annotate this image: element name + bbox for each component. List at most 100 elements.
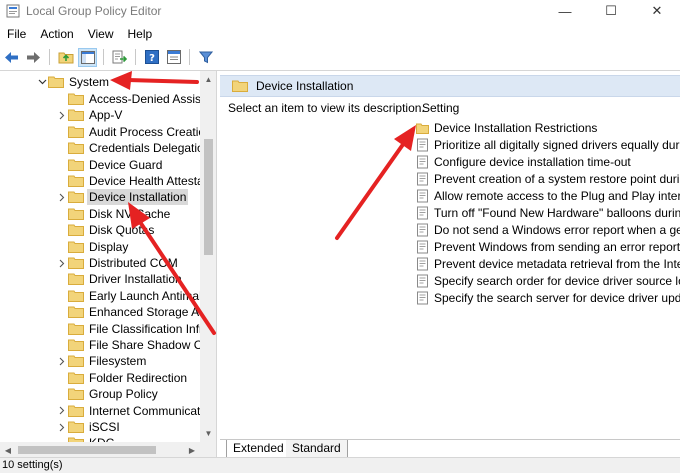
folder-icon: [68, 257, 84, 269]
collapse-chevron-icon[interactable]: [36, 74, 48, 90]
properties-button[interactable]: [164, 48, 183, 67]
policy-setting-item[interactable]: Configure device installation time-out: [416, 153, 680, 170]
help-icon: ?: [144, 50, 159, 64]
up-one-level-button[interactable]: [56, 48, 75, 67]
tree-item[interactable]: Device Health Attestati: [56, 173, 212, 189]
tree-item-label: Display: [89, 239, 129, 254]
policy-setting-item[interactable]: Allow remote access to the Plug and Play…: [416, 187, 680, 204]
tree-item[interactable]: Disk NV Cache: [56, 206, 172, 222]
tree-item-label: Disk NV Cache: [89, 206, 171, 221]
setting-column-header[interactable]: Setting: [422, 101, 459, 115]
tree-item-label: Audit Process Creation: [89, 124, 212, 139]
tree-item-system[interactable]: System: [36, 74, 111, 90]
minimize-button[interactable]: —: [542, 0, 588, 22]
policy-setting-icon: [417, 257, 428, 270]
folder-icon: [68, 323, 84, 335]
tree-item[interactable]: Filesystem: [56, 353, 148, 369]
tree-item[interactable]: Audit Process Creation: [56, 124, 214, 140]
policy-setting-item[interactable]: Prioritize all digitally signed drivers …: [416, 136, 680, 153]
description-text: Select an item to view its description.: [228, 101, 425, 115]
scrollbar-thumb[interactable]: [18, 446, 156, 454]
policy-setting-item[interactable]: Prevent device metadata retrieval from t…: [416, 255, 680, 272]
back-button[interactable]: [2, 48, 21, 67]
menu-action[interactable]: Action: [33, 24, 80, 44]
settings-folder-item[interactable]: Device Installation Restrictions: [416, 119, 680, 136]
scroll-up-arrow-icon[interactable]: ▲: [200, 71, 216, 88]
tree-item[interactable]: Device Installation: [56, 189, 189, 206]
tree-item[interactable]: Access-Denied Assistan: [56, 91, 216, 107]
policy-setting-item[interactable]: Specify search order for device driver s…: [416, 272, 680, 289]
tree-item[interactable]: Credentials Delegation: [56, 140, 212, 156]
folder-icon: [68, 224, 84, 237]
tree-item[interactable]: Display: [56, 239, 130, 255]
tree-item[interactable]: Early Launch Antimalw: [56, 288, 212, 304]
main-frame: System Access-Denied Assistan App-V Audit …: [0, 70, 680, 458]
export-list-icon: [112, 50, 127, 64]
tree-item-label: Device Guard: [89, 157, 163, 172]
policy-setting-item[interactable]: Prevent Windows from sending an error re…: [416, 238, 680, 255]
maximize-button[interactable]: ☐: [588, 0, 634, 22]
folder-icon: [416, 123, 429, 134]
forward-arrow-icon: [27, 51, 40, 63]
export-list-button[interactable]: [110, 48, 129, 67]
tree-item[interactable]: iSCSI: [56, 419, 122, 435]
expand-chevron-icon[interactable]: [56, 189, 68, 205]
tree-item[interactable]: Enhanced Storage Acce: [56, 304, 216, 320]
tree-item[interactable]: Folder Redirection: [56, 370, 189, 386]
folder-icon: [68, 388, 84, 401]
help-button[interactable]: ?: [142, 48, 161, 67]
scroll-left-arrow-icon[interactable]: ◀: [0, 442, 16, 458]
filter-button[interactable]: [196, 48, 215, 67]
expand-chevron-icon[interactable]: [56, 255, 68, 271]
tree-item-label: File Share Shadow Copy: [89, 338, 217, 352]
tree-item[interactable]: Internet Communicatio: [56, 403, 212, 419]
policy-setting-item[interactable]: Prevent creation of a system restore poi…: [416, 170, 680, 187]
filter-icon: [198, 51, 213, 64]
scroll-right-arrow-icon[interactable]: ▶: [184, 442, 200, 458]
policy-setting-icon: [417, 206, 428, 219]
tree-item-label: Driver Installation: [89, 272, 182, 287]
expand-chevron-icon[interactable]: [56, 403, 68, 419]
tree-horizontal-scrollbar[interactable]: ◀ ▶: [0, 442, 200, 458]
policy-setting-item[interactable]: Turn off "Found New Hardware" balloons d…: [416, 204, 680, 221]
tree-item-label: System: [69, 75, 110, 89]
view-tabs: Extended Standard: [220, 439, 680, 458]
policy-setting-item[interactable]: Specify the search server for device dri…: [416, 289, 680, 306]
tree-item-label: File Classification Infras: [89, 321, 216, 336]
expand-chevron-icon[interactable]: [56, 353, 68, 369]
policy-setting-item[interactable]: Do not send a Windows error report when …: [416, 221, 680, 238]
expand-chevron-icon[interactable]: [56, 419, 68, 435]
tree-item[interactable]: Device Guard: [56, 157, 164, 173]
folder-icon: [68, 306, 84, 319]
setting-label: Prevent creation of a system restore poi…: [434, 171, 680, 186]
menu-help[interactable]: Help: [121, 24, 160, 44]
tree-item-label: Early Launch Antimalw: [89, 288, 211, 303]
toolbar-separator: [103, 49, 104, 65]
close-button[interactable]: ✕: [634, 0, 680, 22]
menu-file[interactable]: File: [0, 24, 33, 44]
tree-item[interactable]: App-V: [56, 107, 124, 123]
forward-button[interactable]: [24, 48, 43, 67]
expand-chevron-icon[interactable]: [56, 107, 68, 123]
tree-item[interactable]: Driver Installation: [56, 271, 184, 287]
show-hide-console-tree-button[interactable]: [78, 47, 97, 67]
menu-view[interactable]: View: [81, 24, 121, 44]
toolbar: ?: [0, 46, 680, 68]
setting-label: Device Installation Restrictions: [434, 120, 598, 135]
tree-item[interactable]: File Share Shadow Copy: [56, 337, 217, 353]
policy-setting-icon: [417, 172, 428, 185]
folder-icon: [48, 76, 64, 88]
maximize-icon: ☐: [605, 3, 617, 18]
scrollbar-thumb[interactable]: [204, 139, 213, 255]
details-header: Device Installation: [220, 75, 680, 97]
folder-icon: [68, 290, 84, 302]
tab-extended[interactable]: Extended: [226, 440, 290, 458]
tree-item[interactable]: File Classification Infras: [56, 321, 216, 337]
tree-item[interactable]: Disk Quotas: [56, 222, 156, 238]
tree-item[interactable]: Distributed COM: [56, 255, 180, 271]
scroll-down-arrow-icon[interactable]: ▼: [200, 425, 216, 442]
tree-item[interactable]: Group Policy: [56, 386, 160, 402]
tree-vertical-scrollbar[interactable]: ▲ ▼: [200, 71, 216, 442]
tab-standard[interactable]: Standard: [286, 440, 348, 458]
